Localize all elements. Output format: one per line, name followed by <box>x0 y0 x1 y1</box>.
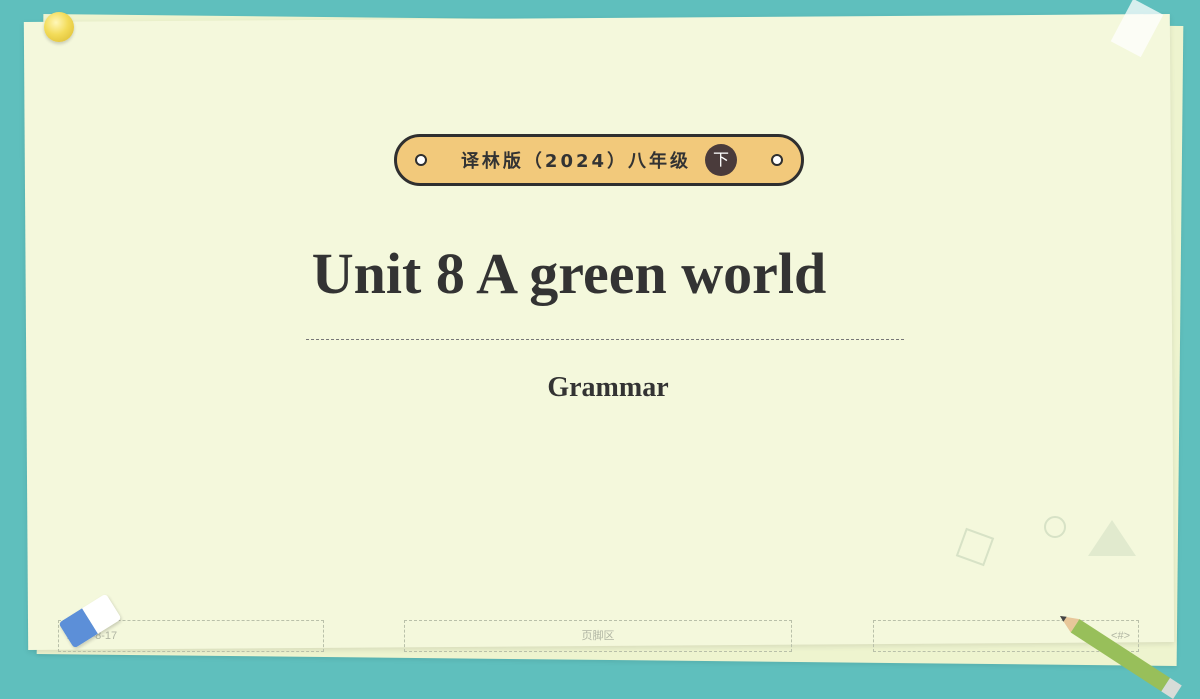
pushpin-icon <box>44 12 74 42</box>
slide-subtitle[interactable]: Grammar <box>0 372 1200 404</box>
paper-sheet <box>23 14 1175 650</box>
circle-doodle-icon <box>1044 516 1066 538</box>
triangle-doodle-icon <box>1088 520 1136 556</box>
slide-title[interactable]: Unit 8 A green world <box>0 240 1138 307</box>
badge-right-dot-icon <box>771 154 783 166</box>
edition-badge: 译林版（2024）八年级 下 <box>394 134 804 186</box>
title-divider <box>306 339 904 340</box>
edition-label: 译林版（2024）八年级 <box>460 151 692 172</box>
footer-text[interactable]: 页脚区 <box>404 620 792 652</box>
badge-left-dot-icon <box>415 154 427 166</box>
term-badge: 下 <box>705 144 738 176</box>
